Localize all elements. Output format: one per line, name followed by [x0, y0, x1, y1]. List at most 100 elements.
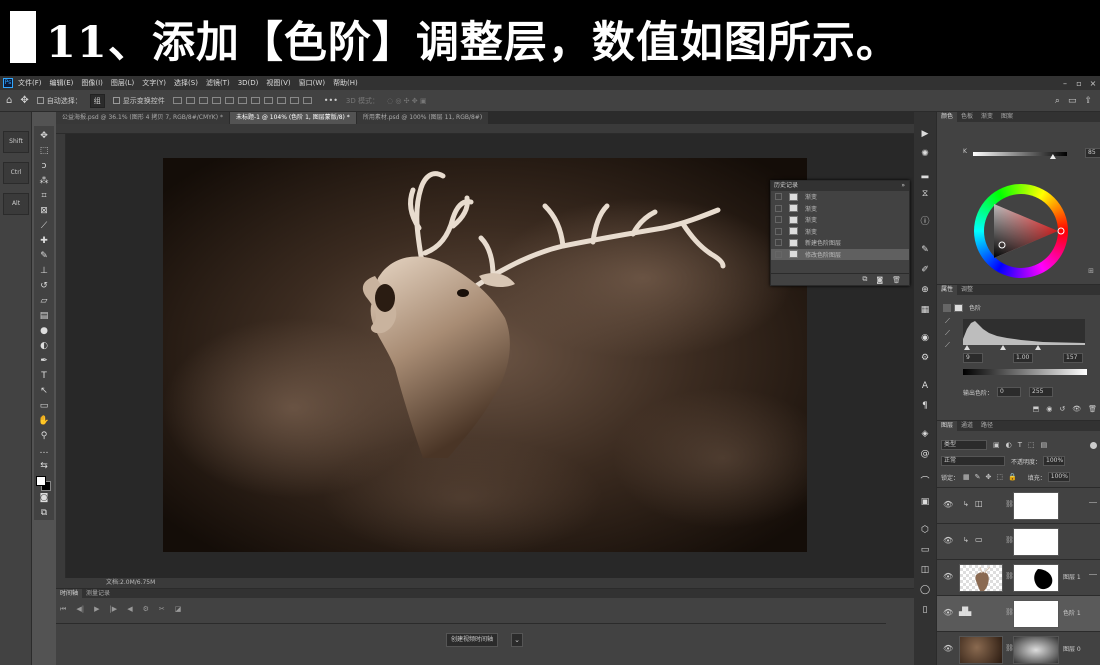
menu-help[interactable]: 帮助(H): [333, 78, 358, 88]
history-checkbox[interactable]: [775, 250, 782, 258]
color-triangle[interactable]: [974, 184, 1068, 278]
camera-icon[interactable]: ◙: [876, 276, 883, 284]
menu-image[interactable]: 图像(I): [81, 78, 103, 88]
layer-mask-thumbnail[interactable]: [1013, 600, 1059, 628]
lock-transparent-icon[interactable]: ▦: [963, 473, 970, 481]
white-point-eyedropper-icon[interactable]: ⟋: [945, 341, 950, 353]
input-gamma-handle[interactable]: [999, 345, 1006, 350]
layer-mask-thumbnail[interactable]: [1013, 636, 1059, 664]
play-icon[interactable]: ▶: [94, 605, 99, 614]
info-icon[interactable]: ⓘ: [918, 215, 932, 229]
k-value-input[interactable]: 85: [1085, 148, 1100, 158]
color-wheel[interactable]: [974, 184, 1068, 278]
k-slider-thumb[interactable]: [973, 154, 1067, 164]
eyedropper-icon[interactable]: ⟋: [37, 219, 51, 233]
clip-to-layer-icon[interactable]: ⬒: [1033, 405, 1040, 413]
more-tools-icon[interactable]: …: [37, 444, 51, 458]
clone-source-icon[interactable]: ⊕: [918, 283, 932, 297]
hand-tool-icon[interactable]: ✋: [37, 414, 51, 428]
minimize-icon[interactable]: –: [1058, 79, 1072, 88]
photoshop-logo[interactable]: Ps: [3, 78, 13, 88]
output-white-field[interactable]: 255: [1029, 387, 1054, 397]
menu-edit[interactable]: 编辑(E): [50, 78, 74, 88]
dodge-tool-icon[interactable]: ◐: [37, 339, 51, 353]
paragraph-icon[interactable]: ¶: [918, 399, 932, 413]
notes-icon[interactable]: ◫: [918, 563, 932, 577]
maximize-icon[interactable]: ▫: [1072, 79, 1086, 88]
layer-thumbnail[interactable]: [959, 636, 1003, 664]
opacity-field[interactable]: 100%: [1043, 456, 1066, 466]
type-tool-icon[interactable]: T: [37, 369, 51, 383]
crop-tool-icon[interactable]: ⌗: [37, 189, 51, 203]
search-icon[interactable]: ⌕: [1055, 96, 1060, 106]
lasso-tool-icon[interactable]: ↄ: [37, 159, 51, 173]
move-tool-icon[interactable]: ✥: [20, 95, 28, 106]
create-video-timeline-button[interactable]: 创建视频时间轴: [446, 633, 499, 647]
quick-mask-icon[interactable]: ◙: [37, 491, 51, 505]
history-checkbox[interactable]: [775, 227, 782, 235]
distribute-bottom-icon[interactable]: [276, 97, 286, 104]
history-row[interactable]: 渐变: [771, 226, 909, 238]
layer-row[interactable]: 👁 ↳ ▭ ⛓: [937, 523, 1100, 559]
menu-3d[interactable]: 3D(D): [238, 79, 259, 87]
tab-properties[interactable]: 属性: [937, 285, 958, 295]
gradient-tool-icon[interactable]: ▤: [37, 309, 51, 323]
styles-icon[interactable]: ⚙: [918, 351, 932, 365]
fill-field[interactable]: 100%: [1047, 472, 1070, 482]
menu-filter[interactable]: 滤镜(T): [206, 78, 230, 88]
menu-file[interactable]: 文件(F): [18, 78, 42, 88]
filter-pixel-icon[interactable]: ▣: [993, 441, 1000, 449]
auto-select-checkbox[interactable]: 自动选择：: [36, 96, 82, 106]
move-tool-icon[interactable]: ✥: [37, 129, 51, 143]
swap-colors-icon[interactable]: ⇆: [37, 459, 51, 473]
history-row[interactable]: 渐变: [771, 191, 909, 203]
healing-brush-icon[interactable]: ✚: [37, 234, 51, 248]
lock-position-icon[interactable]: ✥: [986, 473, 992, 481]
tab-timeline[interactable]: 时间轴: [56, 589, 83, 598]
foreground-color[interactable]: [36, 476, 46, 486]
tab-measurement[interactable]: 测量记录: [82, 589, 114, 598]
document-canvas[interactable]: [163, 158, 807, 552]
menu-layer[interactable]: 图层(L): [111, 78, 134, 88]
tab-untitled[interactable]: 未标题-1 @ 104% (色阶 1, 图层蒙版/8) *: [229, 112, 356, 124]
prev-frame-icon[interactable]: ◀|: [76, 605, 84, 614]
layer-thumbnail[interactable]: [959, 564, 1003, 592]
first-frame-icon[interactable]: ⏮: [60, 605, 66, 614]
collapse-panel-icon[interactable]: »: [901, 181, 905, 191]
more-options-icon[interactable]: •••: [324, 96, 338, 105]
input-gamma-field[interactable]: 1.00: [1013, 353, 1033, 363]
split-icon[interactable]: ✂: [159, 605, 165, 614]
align-center-icon[interactable]: [185, 97, 195, 104]
play-icon[interactable]: ▶: [918, 127, 932, 141]
mask-icon[interactable]: [954, 303, 963, 312]
filter-toggle[interactable]: [1090, 441, 1097, 449]
input-black-handle[interactable]: [964, 345, 971, 350]
visibility-eye-icon[interactable]: 👁: [943, 536, 953, 545]
history-checkbox[interactable]: [775, 204, 782, 212]
filter-shape-icon[interactable]: ⬚: [1028, 441, 1035, 449]
align-middle-icon[interactable]: [224, 97, 234, 104]
visibility-eye-icon[interactable]: 👁: [943, 608, 953, 617]
layer-row[interactable]: 👁 ⛓ 图层 0: [937, 631, 1100, 665]
home-icon[interactable]: ⌂: [6, 95, 12, 106]
black-point-eyedropper-icon[interactable]: ⟋: [945, 317, 950, 329]
libraries-icon[interactable]: ◈: [918, 427, 932, 441]
reset-icon[interactable]: ↺: [1059, 405, 1065, 413]
align-right-icon[interactable]: [198, 97, 208, 104]
eraser-icon[interactable]: ▱: [37, 294, 51, 308]
tab-channels[interactable]: 通道: [957, 421, 977, 431]
output-levels-slider[interactable]: [963, 375, 1087, 381]
lock-pixels-icon[interactable]: ✎: [975, 473, 981, 481]
3d-icon[interactable]: ⬡: [918, 523, 932, 537]
tab-materials[interactable]: 所用素材.psd @ 100% (图层 11, RGB/8#): [356, 112, 489, 124]
input-white-field[interactable]: 157: [1063, 353, 1083, 363]
brush-tool-icon[interactable]: ✎: [37, 249, 51, 263]
next-frame-icon[interactable]: |▶: [109, 605, 117, 614]
transition-icon[interactable]: ◪: [175, 605, 182, 614]
align-left-icon[interactable]: [172, 97, 182, 104]
trash-icon[interactable]: 🗑: [892, 276, 901, 284]
visibility-eye-icon[interactable]: 👁: [943, 500, 953, 509]
chevron-down-icon[interactable]: ⌄: [511, 633, 523, 647]
filter-type-icon[interactable]: T: [1018, 441, 1022, 449]
visibility-eye-icon[interactable]: 👁: [943, 644, 953, 653]
